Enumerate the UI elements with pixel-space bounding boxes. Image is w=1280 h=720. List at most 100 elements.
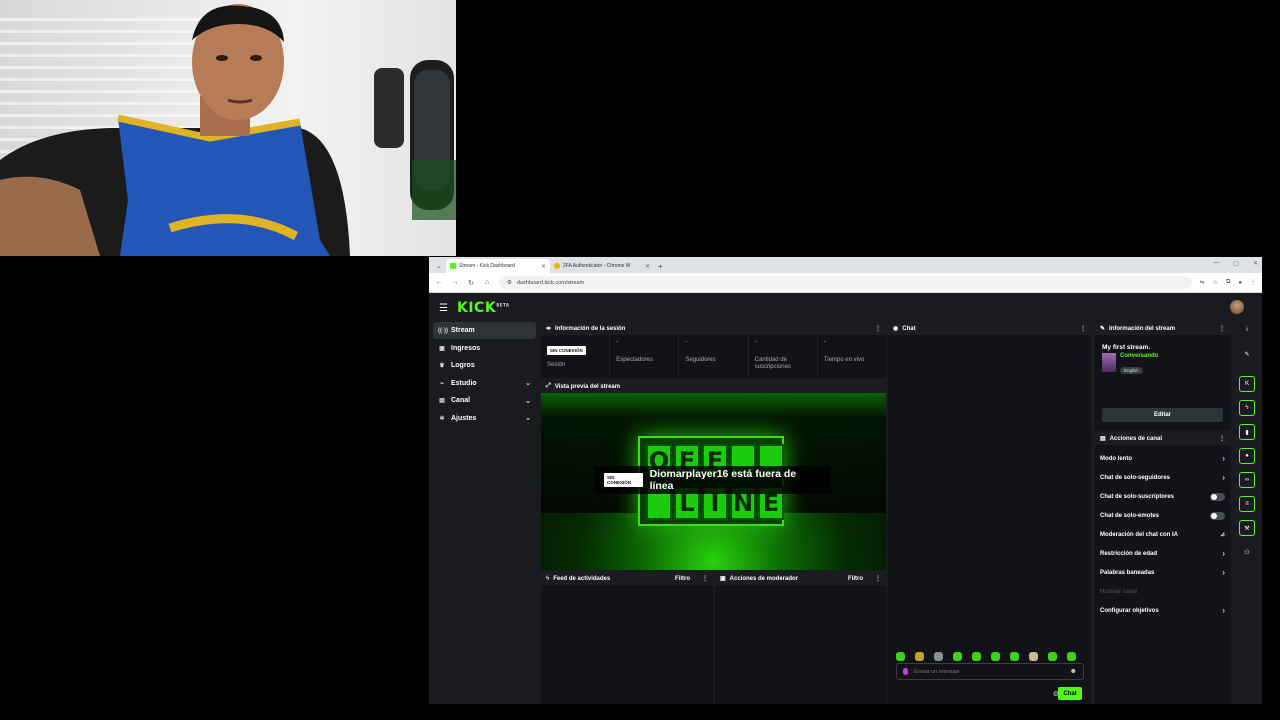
emote-icon[interactable] — [1067, 652, 1076, 661]
bookmark-star-icon[interactable]: ☆ — [1213, 279, 1218, 286]
more-options-icon[interactable]: ⋮ — [875, 325, 881, 332]
chevron-down-icon[interactable]: ⌄ — [525, 379, 531, 387]
tab-kick-dashboard[interactable]: Stream - Kick Dashboard ✕ — [446, 259, 550, 273]
panel-header: ✎ Información del stream ⋮ — [1095, 322, 1230, 335]
bookmark-icon[interactable]: ▮ — [1239, 424, 1255, 440]
chart-icon[interactable]: ⊿ — [1220, 531, 1225, 538]
panel-title: Acciones de canal — [1109, 435, 1163, 442]
more-options-icon[interactable]: ⋮ — [875, 575, 881, 582]
close-icon[interactable]: ✕ — [541, 263, 546, 270]
chat-input[interactable]: Enviar un mensaje ☻ — [896, 663, 1084, 680]
chevron-right-icon[interactable]: › — [1222, 568, 1225, 577]
close-window-icon[interactable]: ✕ — [1253, 260, 1258, 267]
emote-icon[interactable] — [896, 652, 905, 661]
toggle-switch[interactable] — [1210, 492, 1225, 501]
link-icon[interactable]: ∞ — [1239, 472, 1255, 488]
minimize-icon[interactable]: — — [1213, 260, 1219, 267]
group-icon[interactable]: ⚇ — [1239, 544, 1255, 560]
maximize-icon[interactable]: ▢ — [1233, 260, 1239, 267]
category-name[interactable]: Conversando — [1120, 353, 1158, 359]
session-stat: - Espectadores — [610, 335, 680, 378]
emoji-icon[interactable]: ☻ — [1070, 668, 1077, 675]
emote-icon[interactable] — [1029, 652, 1038, 661]
emote-icon[interactable] — [1048, 652, 1057, 661]
forward-icon[interactable]: → — [451, 279, 459, 286]
more-options-icon[interactable]: ⋮ — [1080, 325, 1086, 332]
chat-send-button[interactable]: Chat — [1058, 687, 1082, 700]
address-bar: ← → ↻ ⌂ ⚙ dashboard.kick.com/stream ⇋ ☆ … — [429, 273, 1262, 293]
channel-action-item[interactable]: Chat de solo-suscriptores — [1095, 487, 1230, 506]
emote-icon[interactable] — [953, 652, 962, 661]
info-icon[interactable]: i — [1239, 322, 1255, 338]
chat-bubble-icon[interactable]: ● — [1239, 448, 1255, 464]
list-icon[interactable]: ≡ — [1239, 496, 1255, 512]
hamburger-menu-icon[interactable]: ☰ — [439, 303, 455, 314]
sidebar-item-label: Stream — [451, 327, 475, 334]
filter-button[interactable]: Filtro — [675, 576, 690, 582]
sidebar-item-stream[interactable]: ((·)) Stream — [433, 322, 536, 339]
edit-button[interactable]: Editar — [1102, 408, 1223, 422]
category-thumbnail — [1102, 353, 1116, 372]
bolt-icon[interactable]: ϟ — [1239, 400, 1255, 416]
chevron-down-icon[interactable]: ⌄ — [525, 414, 531, 422]
chevron-right-icon[interactable]: › — [1222, 454, 1225, 463]
url-field[interactable]: ⚙ dashboard.kick.com/stream — [499, 276, 1192, 289]
panel-title: Información de la sesión — [555, 325, 626, 332]
more-options-icon[interactable]: ⋮ — [1219, 435, 1225, 442]
session-icon: ⇹ — [546, 326, 552, 332]
avatar[interactable] — [1230, 300, 1244, 314]
stat-label: Sesión — [547, 362, 566, 368]
extensions-icon[interactable]: ⧉ — [1226, 279, 1230, 286]
new-tab-icon[interactable]: + — [654, 259, 667, 273]
close-icon[interactable]: ✕ — [645, 263, 650, 270]
channel-action-item[interactable]: Moderación del chat con IA ⊿ — [1095, 525, 1230, 544]
home-icon[interactable]: ⌂ — [483, 279, 491, 286]
more-menu-icon[interactable]: ⋮ — [1250, 279, 1256, 286]
channel-action-item[interactable]: Modo lento › — [1095, 449, 1230, 468]
channel-action-item[interactable]: Configurar objetivos › — [1095, 601, 1230, 620]
channel-action-item[interactable]: Restricción de edad › — [1095, 544, 1230, 563]
edit-icon[interactable]: ✎ — [1239, 346, 1255, 362]
sidebar: ((·)) Stream ▣ Ingresos ♛ Logros ⌁ Estudio ⌄ ▤ Can… — [429, 322, 540, 427]
translate-icon[interactable]: ⇋ — [1200, 279, 1205, 286]
more-options-icon[interactable]: ⋮ — [702, 575, 708, 582]
channel-action-item[interactable]: Palabras baneadas › — [1095, 563, 1230, 582]
emote-icon[interactable] — [915, 652, 924, 661]
category-row: Conversando English — [1095, 353, 1230, 377]
toggle-switch[interactable] — [1210, 511, 1225, 520]
tab-search-icon[interactable]: ⌄ — [432, 259, 446, 273]
emote-icon[interactable] — [934, 652, 943, 661]
sidebar-item-ingresos[interactable]: ▣ Ingresos — [433, 340, 536, 357]
profile-icon[interactable]: ● — [1238, 280, 1242, 286]
sidebar-item-logros[interactable]: ♛ Logros — [433, 357, 536, 374]
channel-action-label: Chat de solo-seguidores — [1100, 474, 1171, 481]
emote-icon[interactable] — [1010, 652, 1019, 661]
kick-logo[interactable]: KICKBETA — [457, 300, 509, 316]
channel-action-item[interactable]: Chat de solo-seguidores › — [1095, 468, 1230, 487]
channel-action-label: Moderación del chat con IA — [1100, 531, 1179, 538]
back-icon[interactable]: ← — [435, 279, 443, 286]
sidebar-item-estudio[interactable]: ⌁ Estudio ⌄ — [433, 375, 536, 392]
bolt-icon: ϟ — [546, 575, 550, 582]
kick-icon[interactable]: K — [1239, 376, 1255, 392]
chevron-right-icon[interactable]: › — [1222, 606, 1225, 615]
chevron-right-icon[interactable]: › — [1222, 473, 1225, 482]
channel-action-item[interactable]: Chat de solo-emotes — [1095, 506, 1230, 525]
stat-value: - — [685, 339, 688, 345]
chevron-down-icon[interactable]: ⌄ — [525, 397, 531, 405]
sidebar-item-canal[interactable]: ▤ Canal ⌄ — [433, 392, 536, 409]
wrench-icon[interactable]: ⚒ — [1239, 520, 1255, 536]
tab-2fa[interactable]: 2FA Authenticator - Chrome W ✕ — [550, 259, 654, 273]
chevron-right-icon[interactable]: › — [1222, 549, 1225, 558]
filter-button[interactable]: Filtro — [848, 576, 863, 582]
reload-icon[interactable]: ↻ — [467, 279, 475, 287]
chat-panel: ◉ Chat ⋮ Enviar un mensaje ☻ ⚙ Chat — [888, 322, 1091, 704]
emote-icon[interactable] — [991, 652, 1000, 661]
site-settings-icon[interactable]: ⚙ — [507, 280, 512, 286]
sidebar-item-label: Ajustes — [451, 414, 477, 422]
more-options-icon[interactable]: ⋮ — [1219, 325, 1225, 332]
chat-placeholder: Enviar un mensaje — [914, 668, 960, 675]
channel-icon: ▤ — [439, 398, 445, 404]
emote-icon[interactable] — [972, 652, 981, 661]
sidebar-item-ajustes[interactable]: ✲ Ajustes ⌄ — [433, 410, 536, 427]
